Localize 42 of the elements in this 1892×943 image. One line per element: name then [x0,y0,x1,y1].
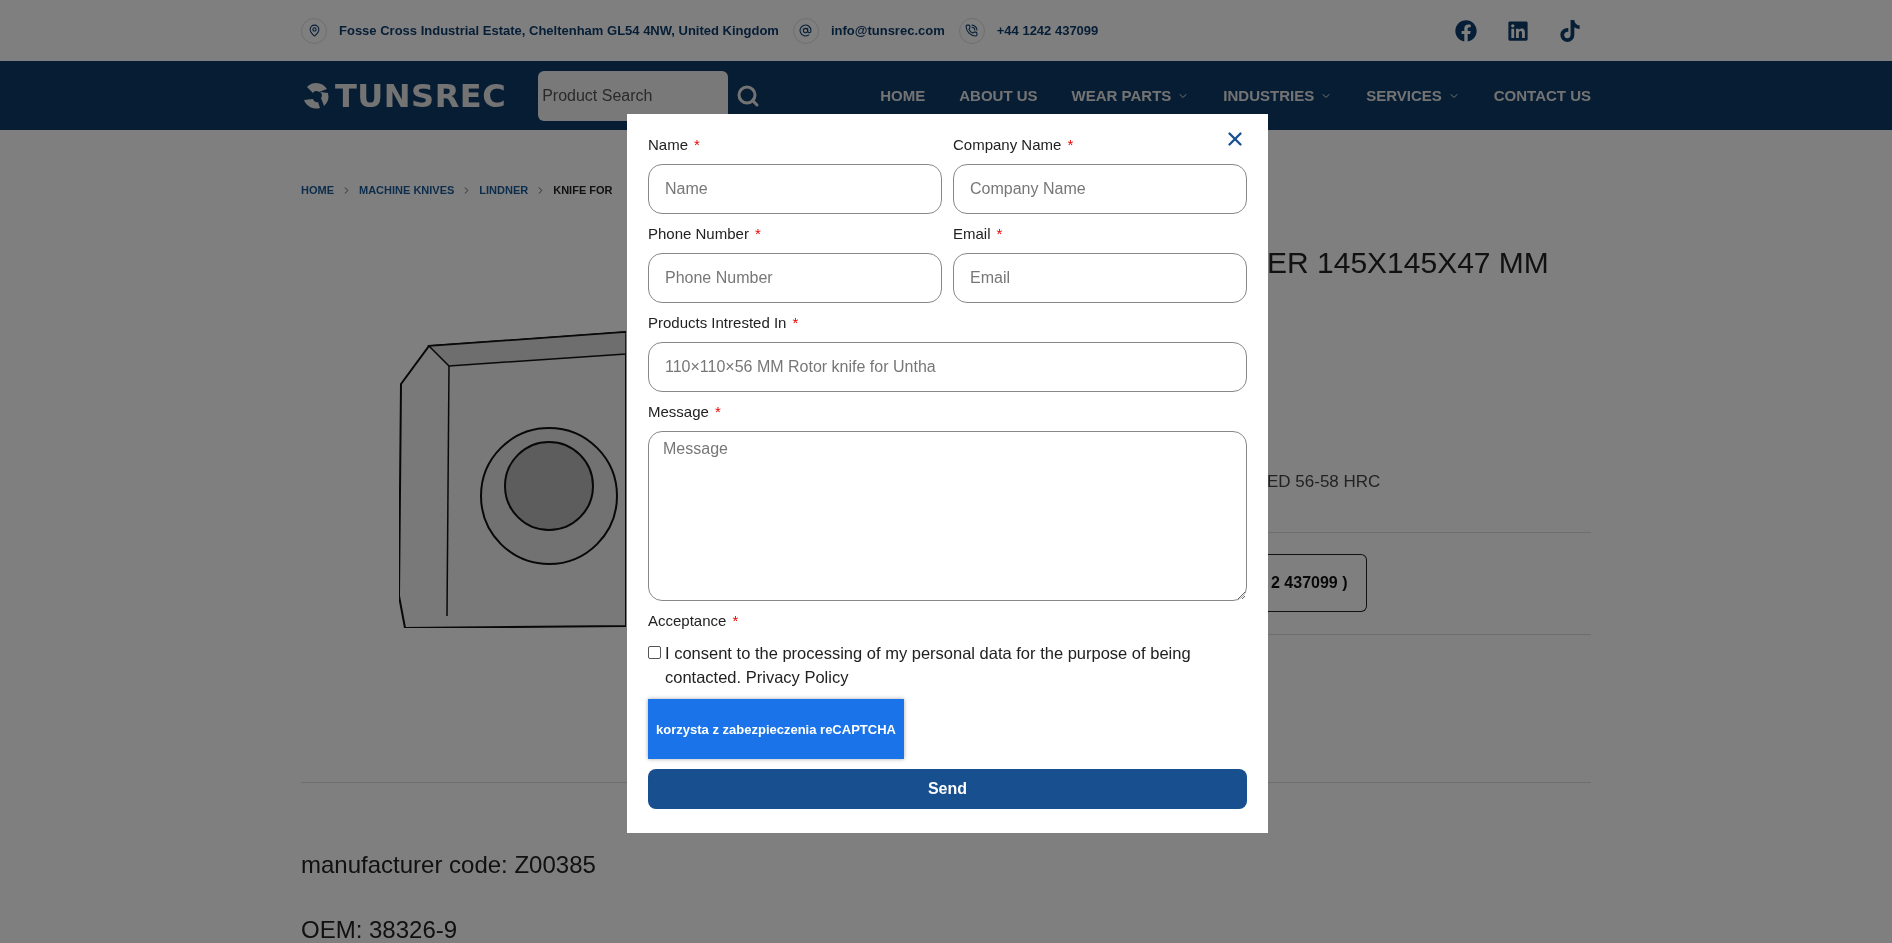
logo-text: TUNSREC [335,76,507,115]
breadcrumb-link[interactable]: LINDNER [479,184,529,196]
nav-menu-item[interactable]: WEAR PARTS [1071,87,1190,104]
field-label: Phone Number * [648,224,761,244]
message-field[interactable]: Message [648,431,1247,601]
recaptcha-badge: korzysta z zabezpieczenia reCAPTCHA [648,699,904,759]
field-label: Company Name * [953,135,1074,155]
facebook-icon[interactable] [1455,19,1477,42]
field-label: Message * [648,402,721,422]
logo-icon [301,80,331,111]
send-button[interactable]: Send [648,769,1247,809]
nav-menu-item[interactable]: HOME [880,87,926,104]
phone-link[interactable]: +44 1242 437099 [996,23,1099,38]
breadcrumb-link[interactable]: HOME [301,184,334,196]
field-label: Acceptance * [648,611,739,631]
linkedin-icon[interactable] [1507,19,1529,42]
input-field[interactable]: Phone Number [648,253,942,303]
nav-menu-item[interactable]: CONTACT US [1493,87,1591,104]
input-field[interactable]: Email [953,253,1247,303]
oem-text: OEM: 38326-9 [301,915,459,943]
nav-menu-item[interactable]: INDUSTRIES [1223,87,1333,104]
input-field[interactable]: 110×110×56 MM Rotor knife for Untha [648,342,1247,392]
field-label: Email * [953,224,1003,244]
manufacturer-code-text: manufacturer code: Z00385 [301,850,597,880]
address-text: Fosse Cross Industrial Estate, Cheltenham GL54 4NW, United Kingdom [339,23,779,38]
field-label: Name * [648,135,700,155]
input-field[interactable]: Name [648,164,942,214]
nav-menu-item[interactable]: ABOUT US [959,87,1038,104]
search-button[interactable] [736,83,761,108]
consent-checkbox[interactable] [648,646,661,659]
breadcrumb-link[interactable]: MACHINE KNIVES [359,184,455,196]
email-link[interactable]: info@tunsrec.com [830,23,945,38]
tiktok-icon[interactable] [1559,19,1581,42]
call-button[interactable]: 2 437099 ) [1267,554,1367,612]
nav-menu-item[interactable]: SERVICES [1366,87,1460,104]
field-label: Products Intrested In * [648,313,799,333]
input-field[interactable]: Company Name [953,164,1247,214]
consent-text: I consent to the processing of my personal data for the purpose of being contacted. Privacy Policy [665,643,1192,688]
product-title: ER 145X145X47 MM [1267,246,1550,281]
search-field[interactable]: Product Search [538,70,729,121]
product-spec-text: ED 56-58 HRC [1267,472,1382,493]
breadcrumb-current: KNIFE FOR [553,184,613,196]
